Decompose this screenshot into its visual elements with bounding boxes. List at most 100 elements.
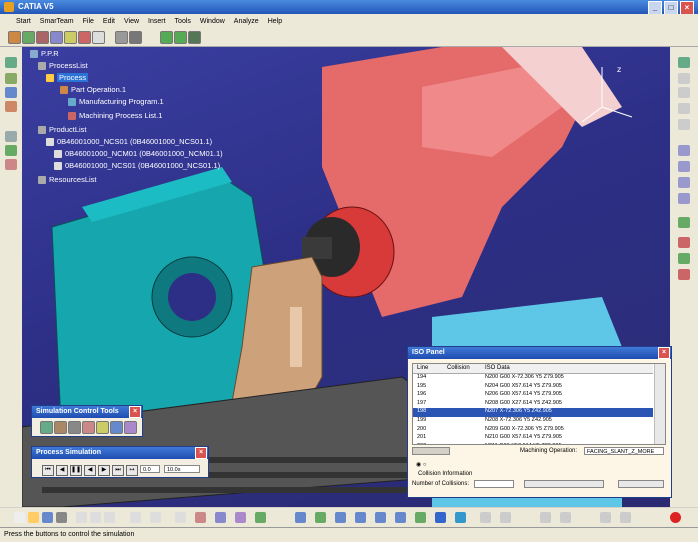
iso-table-row[interactable]: 195 N204 G00 X57.614 Y5 Z79.905 — [413, 383, 653, 392]
machine-icon[interactable] — [8, 31, 21, 44]
measure-icon[interactable] — [5, 131, 17, 142]
tool-icon[interactable] — [22, 31, 35, 44]
stop-icon[interactable] — [678, 237, 690, 248]
iso-table-row[interactable]: 199 N208 X-72.306 Y5 Z42.905 — [413, 417, 653, 426]
sim-path-icon[interactable] — [54, 421, 67, 434]
collisions-field[interactable] — [474, 480, 514, 488]
play-button[interactable]: ▶ — [98, 465, 110, 476]
menu-insert[interactable]: Insert — [148, 18, 166, 25]
tree-icon[interactable] — [160, 31, 173, 44]
menu-edit[interactable]: Edit — [103, 18, 115, 25]
tree-process-list[interactable]: ProcessList — [38, 61, 88, 71]
measure-bottom-icon[interactable] — [255, 512, 266, 523]
step-mode-button[interactable]: ↦ — [126, 465, 138, 476]
maximize-button[interactable]: □ — [664, 1, 678, 15]
drill-icon[interactable] — [678, 73, 690, 84]
tree-product-list[interactable]: ProductList — [38, 125, 87, 135]
iso-panel-close-button[interactable]: × — [658, 347, 670, 359]
time-field[interactable]: 10.0s — [164, 465, 200, 473]
knowledge-icon[interactable] — [195, 512, 206, 523]
mill-icon[interactable] — [678, 87, 690, 98]
tree-root[interactable]: P.P.R — [30, 49, 59, 59]
iso-table-row[interactable]: 201 N210 G00 X57.614 Y5 Z79.905 — [413, 434, 653, 443]
cut-icon[interactable] — [92, 31, 105, 44]
sim-material-icon[interactable] — [68, 421, 81, 434]
menu-smarteam[interactable]: SmarTeam — [40, 18, 74, 25]
contour-icon[interactable] — [678, 161, 690, 172]
iso-table-row[interactable]: 197 N208 G00 X27.614 Y5 Z42.905 — [413, 400, 653, 409]
zoom-out-icon[interactable] — [395, 512, 406, 523]
cursor-icon[interactable] — [678, 103, 690, 114]
iso-slider-left[interactable] — [412, 447, 450, 455]
tree-part-operation[interactable]: Part Operation.1 — [60, 85, 126, 95]
sim-collision-icon[interactable] — [82, 421, 95, 434]
tool-change-icon[interactable] — [678, 217, 690, 228]
iso-table-scrollbar[interactable] — [654, 364, 665, 444]
tree-machining-process-list[interactable]: Machining Process List.1 — [68, 111, 162, 121]
copy-icon[interactable] — [90, 512, 101, 523]
stock-view-icon[interactable] — [620, 512, 631, 523]
collapse-icon[interactable] — [188, 31, 201, 44]
menu-tools[interactable]: Tools — [175, 18, 191, 25]
iso-table-row[interactable]: 194 N200 G00 X-72.306 Y5 Z79.905 — [413, 374, 653, 383]
scan-icon[interactable] — [235, 512, 246, 523]
minimize-button[interactable]: _ — [648, 1, 662, 15]
zoom-in-icon[interactable] — [375, 512, 386, 523]
tree-process[interactable]: Process — [46, 73, 89, 83]
tree-product-3[interactable]: 0B46001000_NCS01 (0B46001000_NCS01.1) — [54, 161, 220, 171]
manufacturing-view-icon[interactable] — [540, 512, 551, 523]
part-icon[interactable] — [36, 31, 49, 44]
step-back-button[interactable]: ◀ — [56, 465, 68, 476]
cut-icon[interactable] — [76, 512, 87, 523]
paste-icon[interactable] — [104, 512, 115, 523]
menu-file[interactable]: File — [83, 18, 94, 25]
menu-window[interactable]: Window — [200, 18, 225, 25]
iso-table-row[interactable]: 198 N207 X-72.306 Y5 Z42.905 — [413, 408, 653, 417]
tool-path-icon[interactable] — [560, 512, 571, 523]
collision-slider[interactable] — [524, 480, 604, 488]
print-icon[interactable] — [56, 512, 67, 523]
process-sim-close-button[interactable]: × — [195, 447, 207, 459]
new-icon[interactable] — [14, 512, 25, 523]
select-icon[interactable] — [5, 57, 17, 68]
render-icon[interactable] — [455, 512, 466, 523]
what-is-this-icon[interactable] — [150, 512, 161, 523]
fly-icon[interactable] — [295, 512, 306, 523]
program-icon[interactable] — [64, 31, 77, 44]
undo-icon[interactable] — [130, 512, 141, 523]
pause-button[interactable]: ❚❚ — [70, 465, 82, 476]
formula-icon[interactable] — [175, 512, 186, 523]
list-icon[interactable] — [115, 31, 128, 44]
nc-code-icon[interactable] — [678, 269, 690, 280]
tree-product-1[interactable]: 0B46001000_NCS01 (0B46001000_NCS01.1) — [46, 137, 212, 147]
forward-end-button[interactable]: ⏭ — [112, 465, 124, 476]
pointer-icon[interactable] — [678, 119, 690, 130]
radio-options[interactable]: ◉ ○ — [416, 461, 427, 468]
facing-icon[interactable] — [678, 193, 690, 204]
swap-space-icon[interactable] — [500, 512, 511, 523]
view-mode-icon[interactable] — [435, 512, 446, 523]
sim-options-icon[interactable] — [124, 421, 137, 434]
normal-view-icon[interactable] — [415, 512, 426, 523]
close-button[interactable]: × — [680, 1, 694, 15]
menu-analyze[interactable]: Analyze — [234, 18, 259, 25]
play-back-button[interactable]: ◀ — [84, 465, 96, 476]
menu-view[interactable]: View — [124, 18, 139, 25]
sim-tool-icon[interactable] — [40, 421, 53, 434]
profile-icon[interactable] — [678, 177, 690, 188]
rotate-view-icon[interactable] — [355, 512, 366, 523]
save-icon[interactable] — [42, 512, 53, 523]
simulate-icon[interactable] — [78, 31, 91, 44]
pan-icon[interactable] — [335, 512, 346, 523]
section-icon[interactable] — [5, 159, 17, 170]
step-field[interactable]: 0.0 — [140, 465, 160, 473]
menu-start[interactable]: Start — [16, 18, 31, 25]
tree-manufacturing-program[interactable]: Manufacturing Program.1 — [68, 97, 164, 107]
fit-all-icon[interactable] — [315, 512, 326, 523]
sim-report-icon[interactable] — [110, 421, 123, 434]
open-icon[interactable] — [28, 512, 39, 523]
rewind-start-button[interactable]: ⏮ — [42, 465, 54, 476]
snap-icon[interactable] — [5, 101, 17, 112]
machine-tool-icon[interactable] — [678, 57, 690, 68]
move-icon[interactable] — [5, 73, 17, 84]
